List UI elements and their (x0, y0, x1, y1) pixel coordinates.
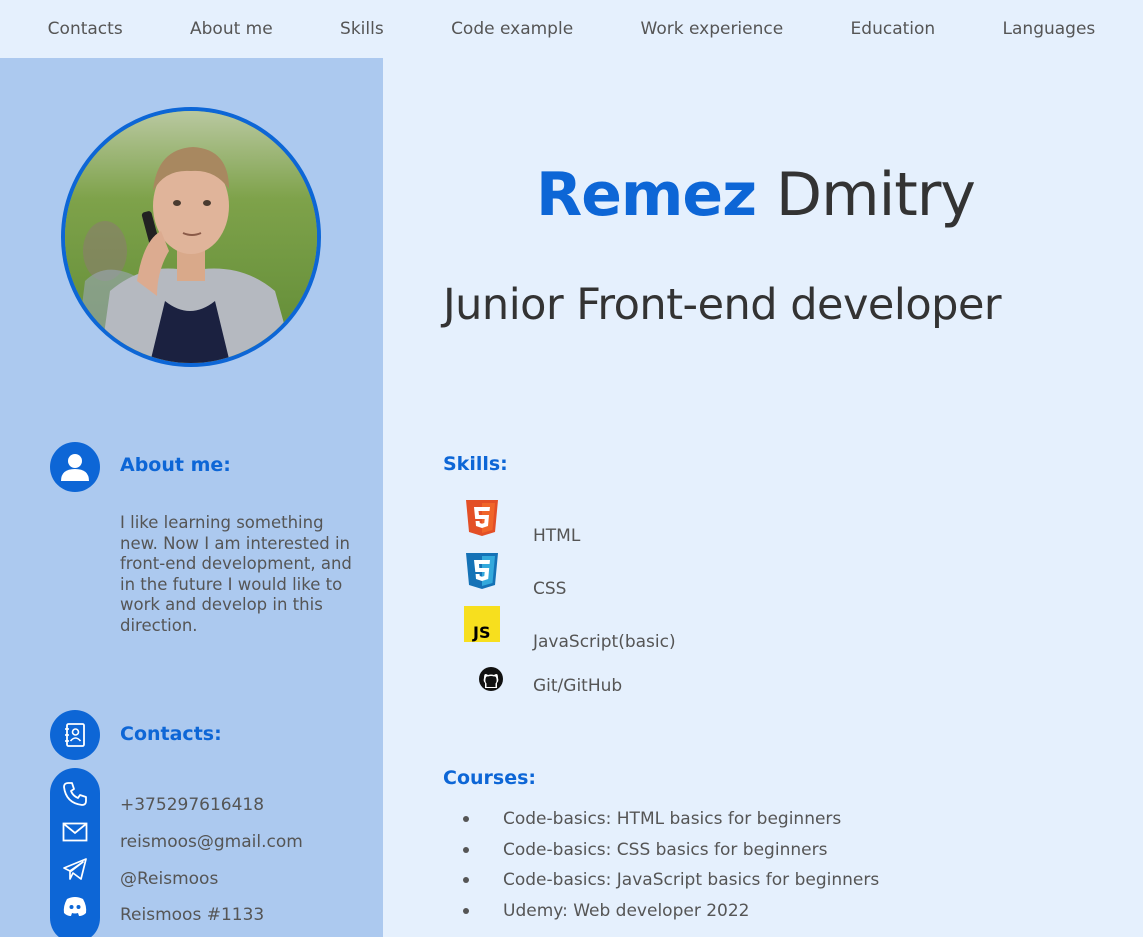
contact-email[interactable]: reismoos@gmail.com (120, 832, 303, 852)
phone-icon (63, 782, 87, 806)
nav-link-about-me[interactable]: About me (190, 19, 273, 39)
nav-link-work-experience[interactable]: Work experience (641, 19, 784, 39)
discord-icon (63, 897, 87, 916)
first-name: Remez (536, 160, 757, 230)
skill-label-javascript: JavaScript(basic) (533, 632, 676, 652)
nav-link-contacts[interactable]: Contacts (48, 19, 123, 39)
skills-title: Skills: (443, 453, 508, 475)
contact-telegram[interactable]: @Reismoos (120, 869, 218, 889)
contact-phone[interactable]: +375297616418 (120, 795, 264, 815)
about-me-title: About me: (120, 454, 231, 476)
nav-link-education[interactable]: Education (851, 19, 936, 39)
about-me-icon (50, 442, 100, 492)
about-me-text: I like learning something new. Now I am … (120, 513, 352, 635)
last-name: Dmitry (775, 160, 976, 230)
courses-title: Courses: (443, 767, 536, 789)
full-name: Remez Dmitry (536, 160, 976, 230)
sidebar: About me: I like learning something new.… (0, 58, 383, 937)
telegram-icon (63, 858, 87, 880)
github-icon (479, 667, 503, 691)
nav-link-skills[interactable]: Skills (340, 19, 384, 39)
address-book-icon (50, 710, 100, 760)
svg-text:JS: JS (472, 623, 490, 642)
nav-link-languages[interactable]: Languages (1003, 19, 1096, 39)
top-navigation: Contacts About me Skills Code example Wo… (0, 0, 1143, 58)
list-item: Code-basics: CSS basics for beginners (463, 837, 879, 868)
html5-icon (466, 500, 498, 536)
list-item: Udemy: Web developer 2022 (463, 898, 879, 929)
skill-label-git: Git/GitHub (533, 676, 623, 696)
css3-icon (466, 553, 498, 589)
contact-discord[interactable]: Reismoos #1133 (120, 905, 264, 925)
profile-photo (61, 107, 321, 367)
job-title: Junior Front-end developer (443, 280, 1002, 330)
javascript-icon: JS (464, 606, 500, 642)
list-item: Code-basics: JavaScript basics for begin… (463, 867, 879, 898)
skill-label-css: CSS (533, 579, 567, 599)
nav-link-code-example[interactable]: Code example (451, 19, 573, 39)
courses-list: Code-basics: HTML basics for beginners C… (463, 806, 879, 928)
contact-icons-bar (50, 768, 100, 937)
skill-label-html: HTML (533, 526, 581, 546)
contacts-title: Contacts: (120, 723, 222, 745)
email-icon (62, 822, 88, 842)
list-item: Code-basics: HTML basics for beginners (463, 806, 879, 837)
